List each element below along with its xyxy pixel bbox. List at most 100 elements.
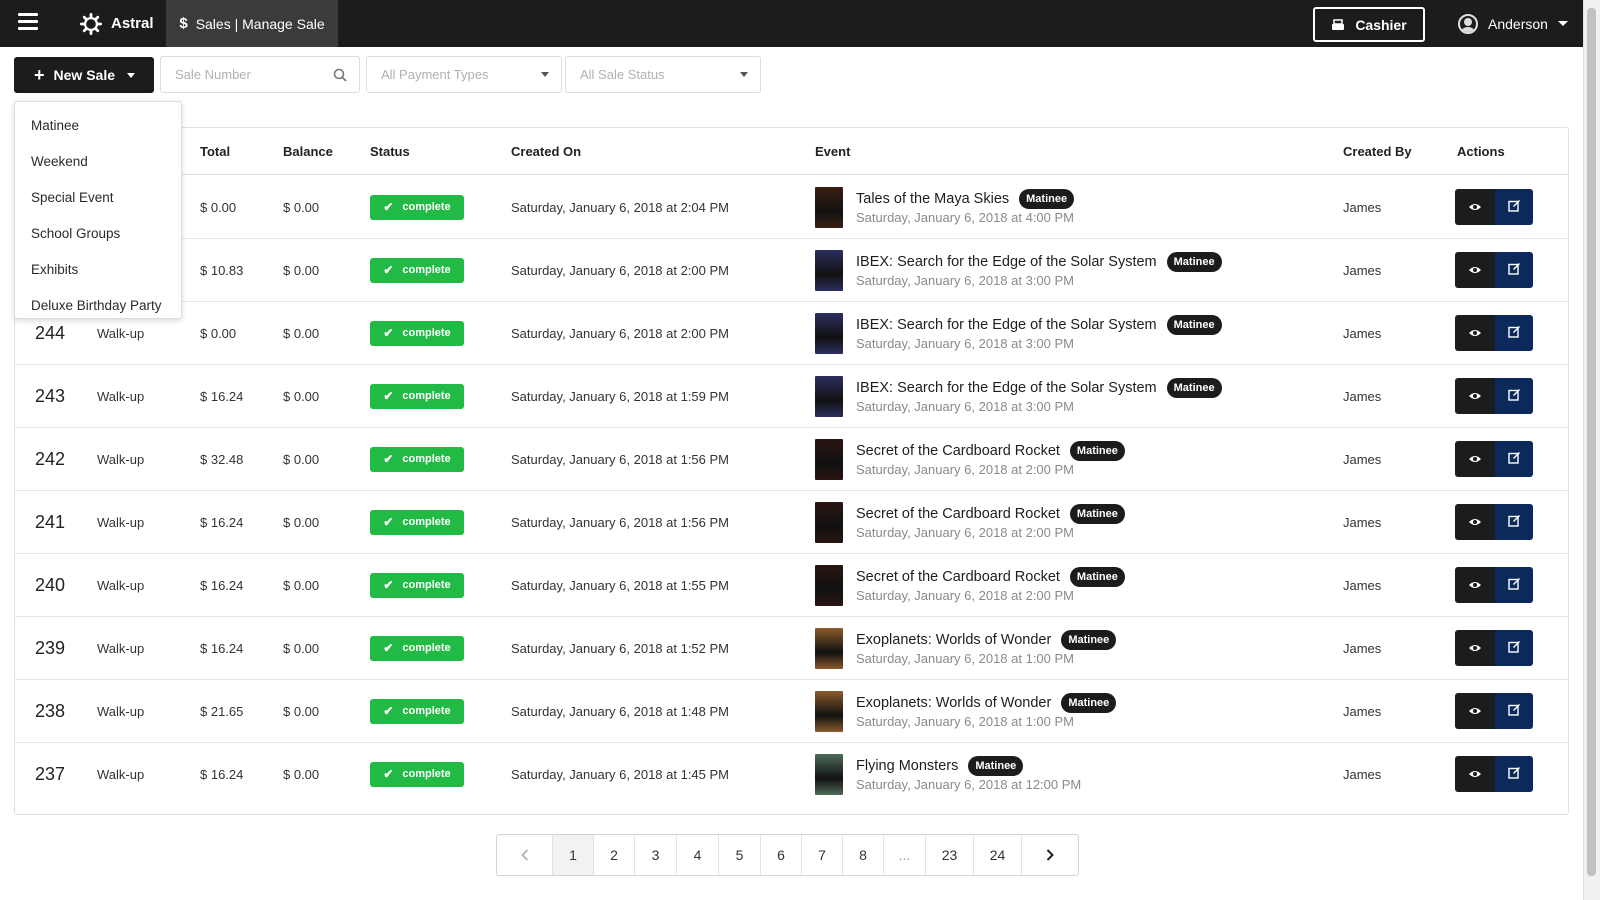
column-header-event: Event [815, 144, 851, 159]
sale-status-value: All Sale Status [580, 67, 665, 82]
menu-item[interactable]: Special Event [15, 179, 181, 215]
edit-button[interactable] [1495, 630, 1533, 666]
event-title[interactable]: Exoplanets: Worlds of Wonder [856, 632, 1051, 648]
scrollbar-thumb[interactable] [1587, 8, 1596, 876]
view-button[interactable] [1455, 378, 1495, 414]
edit-button[interactable] [1495, 756, 1533, 792]
table-row: 238 Walk-up $ 21.65 $ 0.00 ✔ complete Saturday… [15, 679, 1568, 743]
created-by: James [1343, 325, 1382, 341]
sale-type: Walk-up [97, 451, 145, 467]
menu-item[interactable]: School Groups [15, 215, 181, 251]
event-thumbnail [815, 438, 843, 480]
search-icon[interactable] [333, 68, 347, 82]
top-nav-bar: Astral $ Sales | Manage Sale Cashier And… [0, 0, 1600, 47]
menu-item[interactable]: Deluxe Birthday Party [15, 287, 181, 323]
edit-button[interactable] [1495, 504, 1533, 540]
pagination-page[interactable]: 23 [926, 835, 974, 875]
edit-button[interactable] [1495, 378, 1533, 414]
view-button[interactable] [1455, 315, 1495, 351]
pagination-page[interactable]: 6 [761, 835, 802, 875]
event-title[interactable]: Exoplanets: Worlds of Wonder [856, 695, 1051, 711]
event-title[interactable]: Tales of the Maya Skies [856, 191, 1009, 207]
edit-button[interactable] [1495, 315, 1533, 351]
view-button[interactable] [1455, 630, 1495, 666]
pagination-page[interactable]: 1 [553, 835, 594, 875]
new-sale-button[interactable]: + New Sale [14, 57, 154, 93]
column-header-total: Total [200, 144, 231, 159]
view-button[interactable] [1455, 441, 1495, 477]
event-title[interactable]: Secret of the Cardboard Rocket [856, 569, 1060, 585]
eye-icon [1468, 200, 1482, 215]
pagination-next[interactable] [1022, 835, 1078, 875]
status-label: complete [402, 390, 451, 402]
event-tag-badge: Matinee [1166, 252, 1222, 272]
sale-number-input[interactable] [175, 67, 333, 82]
status-label: complete [402, 768, 451, 780]
edit-icon [1507, 199, 1521, 215]
sale-number[interactable]: 243 [35, 364, 65, 428]
event-title[interactable]: Secret of the Cardboard Rocket [856, 443, 1060, 459]
edit-button[interactable] [1495, 693, 1533, 729]
payment-type-value: All Payment Types [381, 67, 489, 82]
menu-item[interactable]: Matinee [15, 107, 181, 143]
cashier-button[interactable]: Cashier [1313, 7, 1425, 42]
event-title[interactable]: Flying Monsters [856, 758, 958, 774]
view-button[interactable] [1455, 252, 1495, 288]
event-time: Saturday, January 6, 2018 at 4:00 PM [856, 210, 1075, 225]
status-badge: ✔ complete [370, 194, 464, 220]
sale-number[interactable]: 241 [35, 490, 65, 554]
edit-button[interactable] [1495, 189, 1533, 225]
event-title[interactable]: IBEX: Search for the Edge of the Solar S… [856, 380, 1157, 396]
sale-number[interactable]: 242 [35, 427, 65, 491]
view-button[interactable] [1455, 756, 1495, 792]
event-tag-badge: Matinee [1069, 504, 1125, 524]
created-by: James [1343, 451, 1382, 467]
page-scrollbar[interactable] [1583, 0, 1600, 900]
sale-number[interactable]: 238 [35, 679, 65, 743]
sale-number[interactable]: 239 [35, 616, 65, 680]
pagination-page[interactable]: 3 [635, 835, 677, 875]
event-title[interactable]: IBEX: Search for the Edge of the Solar S… [856, 317, 1157, 333]
pagination-page[interactable]: 7 [802, 835, 843, 875]
pagination-page[interactable]: 5 [719, 835, 761, 875]
pagination-prev[interactable] [497, 835, 553, 875]
check-icon: ✔ [383, 452, 394, 466]
pagination-page[interactable]: 2 [594, 835, 635, 875]
status-label: complete [402, 201, 451, 213]
payment-type-select[interactable]: All Payment Types [366, 56, 562, 93]
edit-button[interactable] [1495, 567, 1533, 603]
sale-status-select[interactable]: All Sale Status [565, 56, 761, 93]
menu-item[interactable]: Exhibits [15, 251, 181, 287]
view-button[interactable] [1455, 189, 1495, 225]
edit-icon [1507, 451, 1521, 467]
event-thumbnail [815, 753, 843, 795]
user-menu[interactable]: Anderson [1458, 0, 1568, 47]
event-title[interactable]: Secret of the Cardboard Rocket [856, 506, 1060, 522]
sale-number-search[interactable] [160, 56, 360, 93]
edit-button[interactable] [1495, 252, 1533, 288]
event-title[interactable]: IBEX: Search for the Edge of the Solar S… [856, 254, 1157, 270]
sale-number[interactable]: 237 [35, 742, 65, 806]
status-badge: ✔ complete [370, 383, 464, 409]
nav-item-sales-manage-sale[interactable]: $ Sales | Manage Sale [166, 0, 338, 47]
sale-total: $ 10.83 [200, 262, 244, 278]
table-row: 239 Walk-up $ 16.24 $ 0.00 ✔ complete Saturday… [15, 616, 1568, 680]
event-tag-badge: Matinee [1166, 315, 1222, 335]
edit-icon [1507, 577, 1521, 593]
pagination-page[interactable]: 24 [974, 835, 1022, 875]
created-on: Saturday, January 6, 2018 at 1:48 PM [511, 703, 730, 719]
edit-button[interactable] [1495, 441, 1533, 477]
sale-number[interactable]: 240 [35, 553, 65, 617]
event-thumbnail [815, 186, 843, 228]
pagination-page[interactable]: 8 [843, 835, 884, 875]
chevron-down-icon [127, 72, 135, 78]
menu-icon[interactable] [18, 13, 38, 33]
menu-item[interactable]: Weekend [15, 143, 181, 179]
pagination-page[interactable]: 4 [677, 835, 719, 875]
view-button[interactable] [1455, 567, 1495, 603]
view-button[interactable] [1455, 693, 1495, 729]
view-button[interactable] [1455, 504, 1495, 540]
event-thumbnail [815, 564, 843, 606]
brand-link[interactable]: Astral [80, 0, 154, 47]
status-label: complete [402, 516, 451, 528]
